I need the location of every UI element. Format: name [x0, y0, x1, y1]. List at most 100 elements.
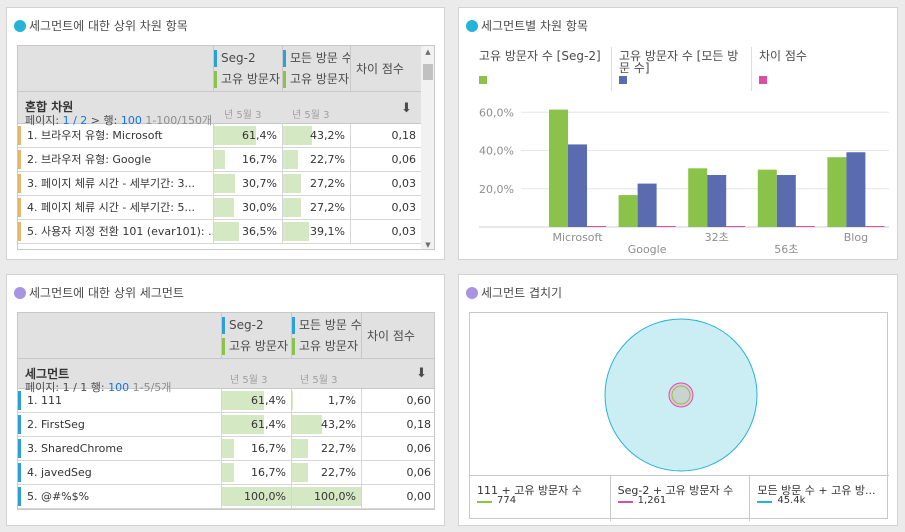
- cell-value: 0,06: [391, 153, 417, 166]
- table-row[interactable]: 3. SharedChrome 16,7% 22,7% 0,06: [18, 437, 434, 461]
- cell-value: 22,7%: [310, 153, 345, 166]
- row-label[interactable]: 2. FirstSeg: [18, 413, 221, 436]
- venn-legend-swatch: [477, 501, 492, 503]
- bar-2-2[interactable]: [726, 226, 746, 227]
- row-label[interactable]: 1. 111: [18, 389, 221, 412]
- bar-2-4[interactable]: [865, 226, 885, 227]
- column-header-all-visits[interactable]: 모든 방문 수 고유 방문자: [291, 313, 361, 359]
- column-header-difference[interactable]: 차이 점수: [350, 46, 421, 92]
- y-tick-label: 60,0%: [479, 106, 514, 119]
- cell-value: 0,18: [406, 418, 432, 431]
- scroll-down-icon[interactable]: ▼: [421, 241, 434, 249]
- cell-value: 0,06: [406, 466, 432, 479]
- metric-cell-difference[interactable]: 0,06: [361, 461, 434, 484]
- row-label[interactable]: 4. javedSeg: [18, 461, 221, 484]
- metric-cell-difference[interactable]: 0,00: [361, 485, 434, 508]
- bar-0-4[interactable]: [827, 157, 847, 227]
- scroll-up-icon[interactable]: ▲: [421, 48, 434, 56]
- venn-diagram: [604, 318, 758, 472]
- download-icon[interactable]: ⬇: [416, 366, 427, 381]
- cell-value: 100,0%: [244, 490, 286, 503]
- venn-legend-item[interactable]: 모든 방문 수 + 고유 방... 45.4k: [749, 476, 889, 521]
- metric-cell-seg2[interactable]: 100,0%: [221, 485, 291, 508]
- table-row[interactable]: 5. @#%$% 100,0% 100,0% 0,00: [18, 485, 434, 509]
- metric-cell-difference[interactable]: 0,60: [361, 389, 434, 412]
- metric-cell-seg2[interactable]: 30,0%: [213, 196, 282, 219]
- venn-legend-value: 774: [497, 495, 517, 506]
- metric-cell-difference[interactable]: 0,03: [350, 196, 421, 219]
- metric-cell-all-visits[interactable]: 27,2%: [282, 196, 350, 219]
- cell-value: 27,2%: [310, 177, 345, 190]
- percent-fill: [214, 198, 235, 217]
- metric-cell-difference[interactable]: 0,06: [350, 148, 421, 171]
- venn-legend-item[interactable]: Seg-2 + 고유 방문자 수 1,261: [609, 476, 750, 521]
- metric-cell-all-visits[interactable]: 22,7%: [291, 461, 361, 484]
- row-label[interactable]: 5. 사용자 지정 전환 101 (evar101): ...: [18, 220, 213, 243]
- metric-cell-difference[interactable]: 0,18: [350, 124, 421, 147]
- bar-0-0[interactable]: [549, 109, 568, 227]
- table-row[interactable]: 4. javedSeg 16,7% 22,7% 0,06: [18, 461, 434, 485]
- table-row[interactable]: 4. 페이지 체류 시간 - 세부기간: 5... 30,0% 27,2% 0,03: [18, 196, 421, 220]
- table-row[interactable]: 1. 브라우저 유형: Microsoft 61,4% 43,2% 0,18: [18, 124, 421, 148]
- column-header-seg2[interactable]: Seg-2 고유 방문자: [221, 313, 291, 359]
- row-label[interactable]: 2. 브라우저 유형: Google: [18, 148, 213, 171]
- metric-cell-seg2[interactable]: 16,7%: [221, 461, 291, 484]
- segment-dot-icon: [14, 19, 26, 32]
- venn-legend-label: 모든 방문 수 + 고유 방...: [757, 484, 876, 497]
- metric-cell-seg2[interactable]: 16,7%: [213, 148, 282, 171]
- column-header-seg2[interactable]: Seg-2 고유 방문자: [213, 46, 282, 92]
- row-label[interactable]: 3. 페이지 체류 시간 - 세부기간: 3...: [18, 172, 213, 195]
- bar-2-3[interactable]: [795, 226, 815, 227]
- metric-cell-all-visits[interactable]: 43,2%: [282, 124, 350, 147]
- bar-1-1[interactable]: [637, 183, 657, 227]
- column-header-all-visits[interactable]: 모든 방문 수 고유 방문자: [282, 46, 350, 92]
- metric-cell-all-visits[interactable]: 39,1%: [282, 220, 350, 243]
- row-label-text: 2. 브라우저 유형: Google: [27, 153, 152, 166]
- metric-cell-seg2[interactable]: 61,4%: [221, 389, 291, 412]
- metric-cell-all-visits[interactable]: 100,0%: [291, 485, 361, 508]
- venn-circle-111[interactable]: [671, 385, 691, 405]
- bar-0-2[interactable]: [688, 168, 708, 227]
- row-label[interactable]: 3. SharedChrome: [18, 437, 221, 460]
- freeform-table-dimensions: Seg-2 고유 방문자 모든 방문 수 고유 방문자 차이 점수 혼합 차원 …: [17, 45, 435, 250]
- column-header-difference[interactable]: 차이 점수: [361, 313, 434, 359]
- row-label[interactable]: 4. 페이지 체류 시간 - 세부기간: 5...: [18, 196, 213, 219]
- bar-1-0[interactable]: [568, 144, 587, 227]
- metric-cell-seg2[interactable]: 30,7%: [213, 172, 282, 195]
- metric-cell-difference[interactable]: 0,03: [350, 220, 421, 243]
- bar-1-3[interactable]: [776, 175, 796, 227]
- row-label[interactable]: 5. @#%$%: [18, 485, 221, 508]
- table-row[interactable]: 3. 페이지 체류 시간 - 세부기간: 3... 30,7% 27,2% 0,03: [18, 172, 421, 196]
- metric-cell-all-visits[interactable]: 1,7%: [291, 389, 361, 412]
- row-color-bar: [18, 463, 21, 482]
- metric-cell-all-visits[interactable]: 22,7%: [282, 148, 350, 171]
- table-row[interactable]: 2. 브라우저 유형: Google 16,7% 22,7% 0,06: [18, 148, 421, 172]
- bar-0-1[interactable]: [618, 195, 638, 227]
- metric-cell-all-visits[interactable]: 43,2%: [291, 413, 361, 436]
- metric-cell-all-visits[interactable]: 22,7%: [291, 437, 361, 460]
- row-label[interactable]: 1. 브라우저 유형: Microsoft: [18, 124, 213, 147]
- metric-cell-seg2[interactable]: 61,4%: [221, 413, 291, 436]
- metric-cell-difference[interactable]: 0,03: [350, 172, 421, 195]
- metric-cell-seg2[interactable]: 16,7%: [221, 437, 291, 460]
- table-header: Seg-2 고유 방문자 모든 방문 수 고유 방문자 차이 점수: [18, 313, 434, 359]
- vertical-scrollbar[interactable]: ▲ ▼: [421, 46, 434, 249]
- column-metric-label: 고유 방문자: [221, 72, 281, 86]
- bar-2-0[interactable]: [587, 226, 606, 227]
- table-row[interactable]: 1. 111 61,4% 1,7% 0,60: [18, 389, 434, 413]
- bar-1-4[interactable]: [846, 152, 866, 227]
- table-row[interactable]: 2. FirstSeg 61,4% 43,2% 0,18: [18, 413, 434, 437]
- bar-1-2[interactable]: [707, 175, 727, 227]
- metric-cell-difference[interactable]: 0,06: [361, 437, 434, 460]
- venn-legend-item[interactable]: 111 + 고유 방문자 수 774: [470, 476, 610, 521]
- metric-cell-all-visits[interactable]: 27,2%: [282, 172, 350, 195]
- download-icon[interactable]: ⬇: [401, 101, 412, 116]
- table-row[interactable]: 5. 사용자 지정 전환 101 (evar101): ... 36,5% 39,1…: [18, 220, 421, 244]
- bar-2-1[interactable]: [656, 226, 676, 227]
- metric-cell-seg2[interactable]: 36,5%: [213, 220, 282, 243]
- metric-cell-seg2[interactable]: 61,4%: [213, 124, 282, 147]
- panel-title-text: 세그먼트 겹치기: [481, 286, 563, 300]
- metric-cell-difference[interactable]: 0,18: [361, 413, 434, 436]
- scrollbar-thumb[interactable]: [423, 64, 433, 80]
- bar-0-3[interactable]: [757, 169, 777, 227]
